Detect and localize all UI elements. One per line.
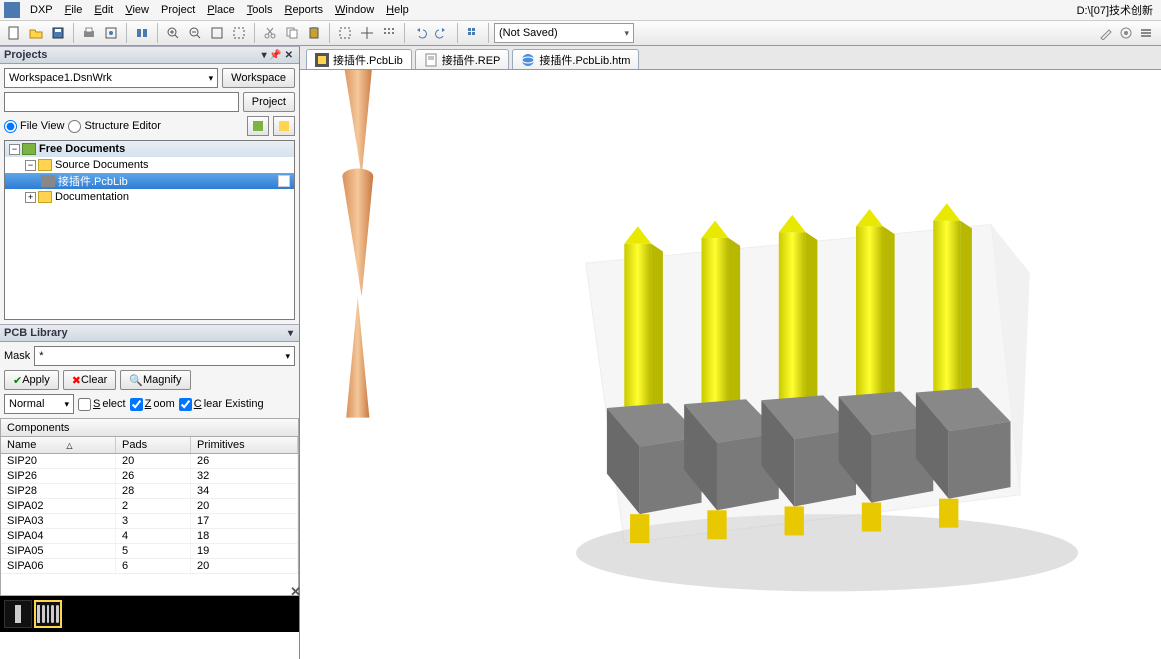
col-primitives[interactable]: Primitives xyxy=(191,437,298,453)
drag-icon[interactable] xyxy=(379,23,399,43)
table-row[interactable]: SIPA05519 xyxy=(1,544,298,559)
table-row[interactable]: SIPA06620 xyxy=(1,559,298,574)
menu-bar: DXP File Edit View Project Place Tools R… xyxy=(0,0,1161,20)
workspace-button[interactable]: Workspace xyxy=(222,68,295,88)
mask-combo[interactable]: * xyxy=(34,346,295,366)
components-grid[interactable]: Name△ Pads Primitives SIP202026SIP262632… xyxy=(0,436,299,596)
collapse-icon[interactable]: − xyxy=(25,160,36,171)
col-pads[interactable]: Pads xyxy=(116,437,191,453)
menu-view[interactable]: View xyxy=(119,2,155,18)
pcb-doc-icon xyxy=(41,175,55,187)
htm-icon xyxy=(521,53,535,67)
mask-label: Mask xyxy=(4,350,30,362)
tab-rep[interactable]: 接插件.REP xyxy=(415,49,510,69)
path-label: D:\[07]技术创新 xyxy=(1077,2,1157,18)
table-row[interactable]: SIPA02220 xyxy=(1,499,298,514)
3d-canvas[interactable] xyxy=(300,70,1161,659)
pcblib-header: PCB Library ▾ xyxy=(0,324,299,342)
toolbar: (Not Saved) xyxy=(0,20,1161,46)
open-icon[interactable] xyxy=(26,23,46,43)
right-tools xyxy=(1099,26,1155,42)
apply-button[interactable]: ✔ Apply xyxy=(4,370,59,390)
select-icon[interactable] xyxy=(335,23,355,43)
zoom-out-icon[interactable] xyxy=(185,23,205,43)
tab-htm[interactable]: 接插件.PcbLib.htm xyxy=(512,49,639,69)
project-textbox[interactable] xyxy=(4,92,239,112)
menu-file[interactable]: File xyxy=(59,2,89,18)
table-row[interactable]: SIP262632 xyxy=(1,469,298,484)
app-icon xyxy=(4,2,20,18)
clear-button[interactable]: ✖ Clear xyxy=(63,370,117,390)
structure-editor-radio[interactable]: Structure Editor xyxy=(68,120,160,133)
redo-icon[interactable] xyxy=(432,23,452,43)
compile-icon[interactable] xyxy=(247,116,269,136)
menu-place[interactable]: Place xyxy=(201,2,241,18)
workspace-combo[interactable]: Workspace1.DsnWrk xyxy=(4,68,218,88)
collapse-icon[interactable]: − xyxy=(9,144,20,155)
page-icon xyxy=(278,175,290,187)
preview-icon[interactable] xyxy=(101,23,121,43)
folder-icon xyxy=(22,143,36,155)
copy-icon[interactable] xyxy=(282,23,302,43)
folder-icon xyxy=(38,159,52,171)
tree-file-pcblib[interactable]: 接插件.PcbLib xyxy=(5,173,294,189)
preview-strip: ✕ xyxy=(0,596,299,632)
menu-window[interactable]: Window xyxy=(329,2,380,18)
preview-thumb[interactable] xyxy=(4,600,32,628)
menu-dxp[interactable]: DXP xyxy=(24,2,59,18)
settings-icon[interactable] xyxy=(273,116,295,136)
folder-icon xyxy=(38,191,52,203)
col-name[interactable]: Name△ xyxy=(1,437,116,453)
zoom-in-icon[interactable] xyxy=(163,23,183,43)
new-icon[interactable] xyxy=(4,23,24,43)
undo-icon[interactable] xyxy=(410,23,430,43)
file-view-radio[interactable]: File View xyxy=(4,120,64,133)
pcb-icon xyxy=(315,53,329,67)
book-icon[interactable] xyxy=(132,23,152,43)
pin-icon[interactable]: ▾ 📌 ✕ xyxy=(260,50,295,61)
txt-icon xyxy=(424,53,438,67)
grid-icon[interactable] xyxy=(463,23,483,43)
projects-header: Projects ▾ 📌 ✕ xyxy=(0,46,299,64)
grid-header-row[interactable]: Name△ Pads Primitives xyxy=(1,437,298,454)
tree-source-documents[interactable]: − Source Documents xyxy=(5,157,294,173)
table-row[interactable]: SIPA03317 xyxy=(1,514,298,529)
tree-documentation[interactable]: + Documentation xyxy=(5,189,294,205)
cut-icon[interactable] xyxy=(260,23,280,43)
document-tabs: 接插件.PcbLib 接插件.REP 接插件.PcbLib.htm xyxy=(300,46,1161,70)
zoom-check[interactable]: Zoom xyxy=(130,398,175,411)
save-icon[interactable] xyxy=(48,23,68,43)
project-tree[interactable]: − Free Documents − Source Documents 接插件.… xyxy=(4,140,295,320)
expand-icon[interactable]: + xyxy=(25,192,36,203)
stack-icon[interactable] xyxy=(1139,26,1155,42)
save-dropdown[interactable]: (Not Saved) xyxy=(494,23,634,43)
select-check[interactable]: Select xyxy=(78,398,126,411)
print-icon[interactable] xyxy=(79,23,99,43)
magnify-button[interactable]: 🔍 Magnify xyxy=(120,370,190,390)
dropdown-icon[interactable]: ▾ xyxy=(286,328,295,339)
clear-existing-check[interactable]: Clear Existing xyxy=(179,398,264,411)
menu-reports[interactable]: Reports xyxy=(278,2,329,18)
menu-tools[interactable]: Tools xyxy=(241,2,279,18)
preview-thumb[interactable] xyxy=(34,600,62,628)
components-header: Components xyxy=(0,418,299,436)
gear-icon[interactable] xyxy=(1119,26,1135,42)
paste-icon[interactable] xyxy=(304,23,324,43)
zoom-fit-icon[interactable] xyxy=(207,23,227,43)
pen-icon[interactable] xyxy=(1099,26,1115,42)
menu-project[interactable]: Project xyxy=(155,2,201,18)
project-button[interactable]: Project xyxy=(243,92,295,112)
mode-combo[interactable]: Normal xyxy=(4,394,74,414)
menu-help[interactable]: Help xyxy=(380,2,415,18)
menu-edit[interactable]: Edit xyxy=(88,2,119,18)
table-row[interactable]: SIP202026 xyxy=(1,454,298,469)
move-icon[interactable] xyxy=(357,23,377,43)
table-row[interactable]: SIP282834 xyxy=(1,484,298,499)
table-row[interactable]: SIPA04418 xyxy=(1,529,298,544)
tab-pcblib[interactable]: 接插件.PcbLib xyxy=(306,49,412,69)
tree-free-documents[interactable]: − Free Documents xyxy=(5,141,294,157)
zoom-select-icon[interactable] xyxy=(229,23,249,43)
